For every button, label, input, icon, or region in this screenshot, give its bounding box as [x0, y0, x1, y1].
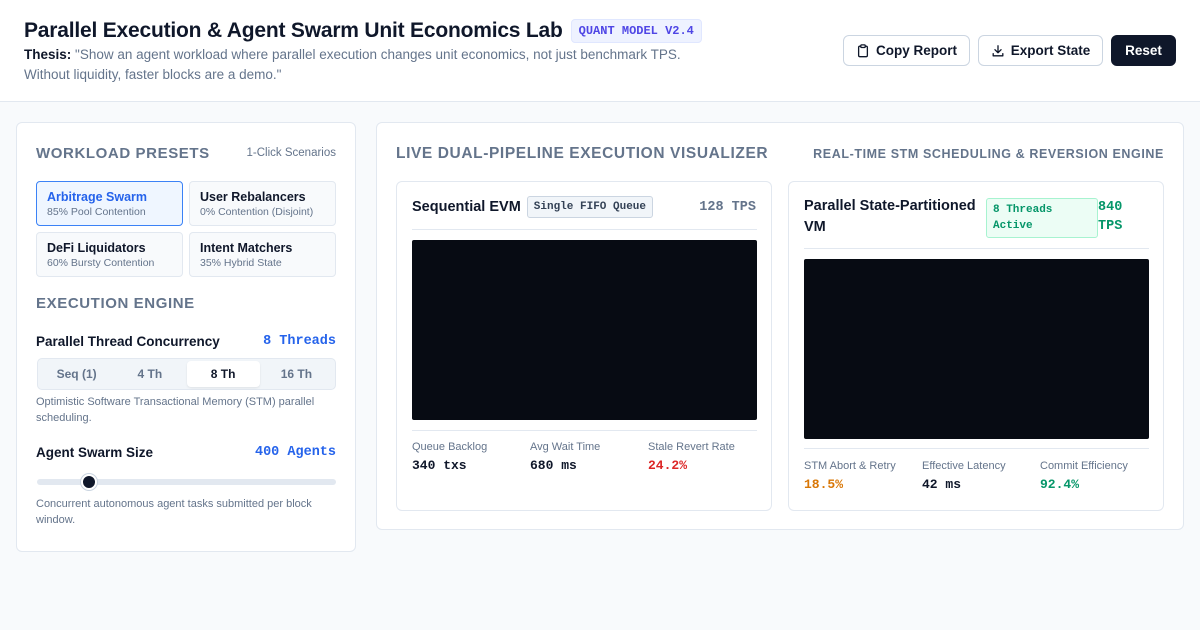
thesis-text: Thesis: "Show an agent workload where pa…	[24, 45, 684, 85]
reset-button[interactable]: Reset	[1111, 35, 1176, 66]
thread-option-seq[interactable]: Seq (1)	[40, 361, 113, 387]
parallel-pipeline-card: Parallel State-Partitioned VM 8 Threads …	[788, 181, 1164, 511]
sequential-canvas	[412, 240, 757, 420]
thread-option-4[interactable]: 4 Th	[113, 361, 186, 387]
parallel-title: Parallel State-Partitioned VM	[804, 198, 976, 235]
preset-desc: 35% Hybrid State	[200, 257, 282, 269]
export-state-label: Export State	[1010, 43, 1091, 58]
thread-option-8[interactable]: 8 Th	[186, 361, 260, 387]
visualizer-panel: LIVE DUAL-PIPELINE EXECUTION VISUALIZER …	[376, 122, 1184, 530]
metric-value: 24.2%	[648, 458, 688, 473]
swarm-size-label: Agent Swarm Size	[36, 445, 154, 460]
concurrency-value: 8 Threads	[263, 334, 336, 349]
preset-name: DeFi Liquidators	[47, 241, 146, 255]
presets-hint: 1-Click Scenarios	[246, 147, 336, 159]
sequential-pipeline-card: Sequential EVM Single FIFO Queue 128 TPS…	[396, 181, 772, 511]
visualizer-title: LIVE DUAL-PIPELINE EXECUTION VISUALIZER	[396, 145, 769, 162]
metric-value: 340 txs	[412, 458, 467, 473]
title-row: Parallel Execution & Agent Swarm Unit Ec…	[24, 19, 702, 43]
metric-label: Commit Efficiency	[1040, 460, 1128, 472]
sequential-title: Sequential EVM	[412, 198, 521, 215]
page-title: Parallel Execution & Agent Swarm Unit Ec…	[24, 19, 563, 42]
presets-title: WORKLOAD PRESETS	[36, 145, 210, 162]
metric-stm-abort-retry: STM Abort & Retry 18.5%	[804, 460, 896, 492]
swarm-size-slider[interactable]	[37, 474, 336, 490]
metric-commit-efficiency: Commit Efficiency 92.4%	[1040, 460, 1128, 492]
preset-desc: 0% Contention (Disjoint)	[200, 206, 314, 218]
visualizer-subtitle: REAL-TIME STM SCHEDULING & REVERSION ENG…	[813, 147, 1164, 161]
metric-value: 92.4%	[1040, 477, 1080, 492]
clipboard-icon	[857, 43, 869, 57]
preset-name: Arbitrage Swarm	[47, 190, 148, 204]
export-state-button[interactable]: Export State	[978, 35, 1103, 66]
preset-intent-matchers[interactable]: Intent Matchers 35% Hybrid State	[189, 232, 336, 277]
metric-label: STM Abort & Retry	[804, 460, 896, 472]
sequential-header: Sequential EVM Single FIFO Queue	[412, 196, 653, 218]
fifo-badge: Single FIFO Queue	[526, 196, 653, 218]
threads-badge-wrap: 8 Threads Active	[986, 198, 1098, 238]
engine-title: EXECUTION ENGINE	[36, 295, 195, 312]
metric-value: 42 ms	[922, 477, 962, 492]
divider	[804, 448, 1149, 449]
metric-value: 18.5%	[804, 477, 844, 492]
divider	[804, 248, 1149, 249]
metric-effective-latency: Effective Latency 42 ms	[922, 460, 1006, 492]
thesis-quote: "Show an agent workload where parallel e…	[24, 47, 681, 82]
metric-label: Avg Wait Time	[530, 441, 601, 453]
thread-option-16[interactable]: 16 Th	[260, 361, 333, 387]
thesis-label: Thesis:	[24, 47, 72, 62]
control-panel: WORKLOAD PRESETS 1-Click Scenarios Arbit…	[16, 122, 356, 552]
concurrency-help: Optimistic Software Transactional Memory…	[36, 396, 315, 424]
thread-selector: Seq (1) 4 Th 8 Th 16 Th	[37, 358, 336, 390]
copy-report-button[interactable]: Copy Report	[843, 35, 970, 66]
threads-active-badge: 8 Threads Active	[986, 198, 1098, 238]
concurrency-label: Parallel Thread Concurrency	[36, 334, 220, 349]
metric-value: 680 ms	[530, 458, 577, 473]
metric-label: Stale Revert Rate	[648, 441, 735, 453]
metric-label: Queue Backlog	[412, 441, 488, 453]
divider	[412, 430, 757, 431]
preset-user-rebalancers[interactable]: User Rebalancers 0% Contention (Disjoint…	[189, 181, 336, 226]
metric-label: Effective Latency	[922, 460, 1006, 472]
app-header: Parallel Execution & Agent Swarm Unit Ec…	[0, 0, 1200, 102]
preset-name: User Rebalancers	[200, 190, 306, 204]
download-icon	[992, 44, 1004, 56]
preset-desc: 60% Bursty Contention	[47, 257, 155, 269]
metric-avg-wait-time: Avg Wait Time 680 ms	[530, 441, 600, 473]
divider	[412, 229, 757, 230]
swarm-size-help: Concurrent autonomous agent tasks submit…	[36, 498, 312, 526]
reset-label: Reset	[1125, 43, 1162, 58]
preset-defi-liquidators[interactable]: DeFi Liquidators 60% Bursty Contention	[36, 232, 183, 277]
parallel-canvas	[804, 259, 1149, 439]
parallel-tps: 840 TPS	[1098, 200, 1123, 234]
slider-thumb[interactable]	[81, 474, 98, 490]
preset-name: Intent Matchers	[200, 241, 293, 255]
metric-queue-backlog: Queue Backlog 340 txs	[412, 441, 487, 473]
preset-desc: 85% Pool Contention	[47, 206, 146, 218]
metric-stale-revert-rate: Stale Revert Rate 24.2%	[648, 441, 735, 473]
copy-report-label: Copy Report	[876, 43, 957, 58]
preset-arbitrage-swarm[interactable]: Arbitrage Swarm 85% Pool Contention	[36, 181, 183, 226]
version-badge: QUANT MODEL V2.4	[570, 19, 702, 43]
sequential-tps: 128 TPS	[699, 200, 756, 215]
swarm-size-value: 400 Agents	[254, 445, 336, 460]
